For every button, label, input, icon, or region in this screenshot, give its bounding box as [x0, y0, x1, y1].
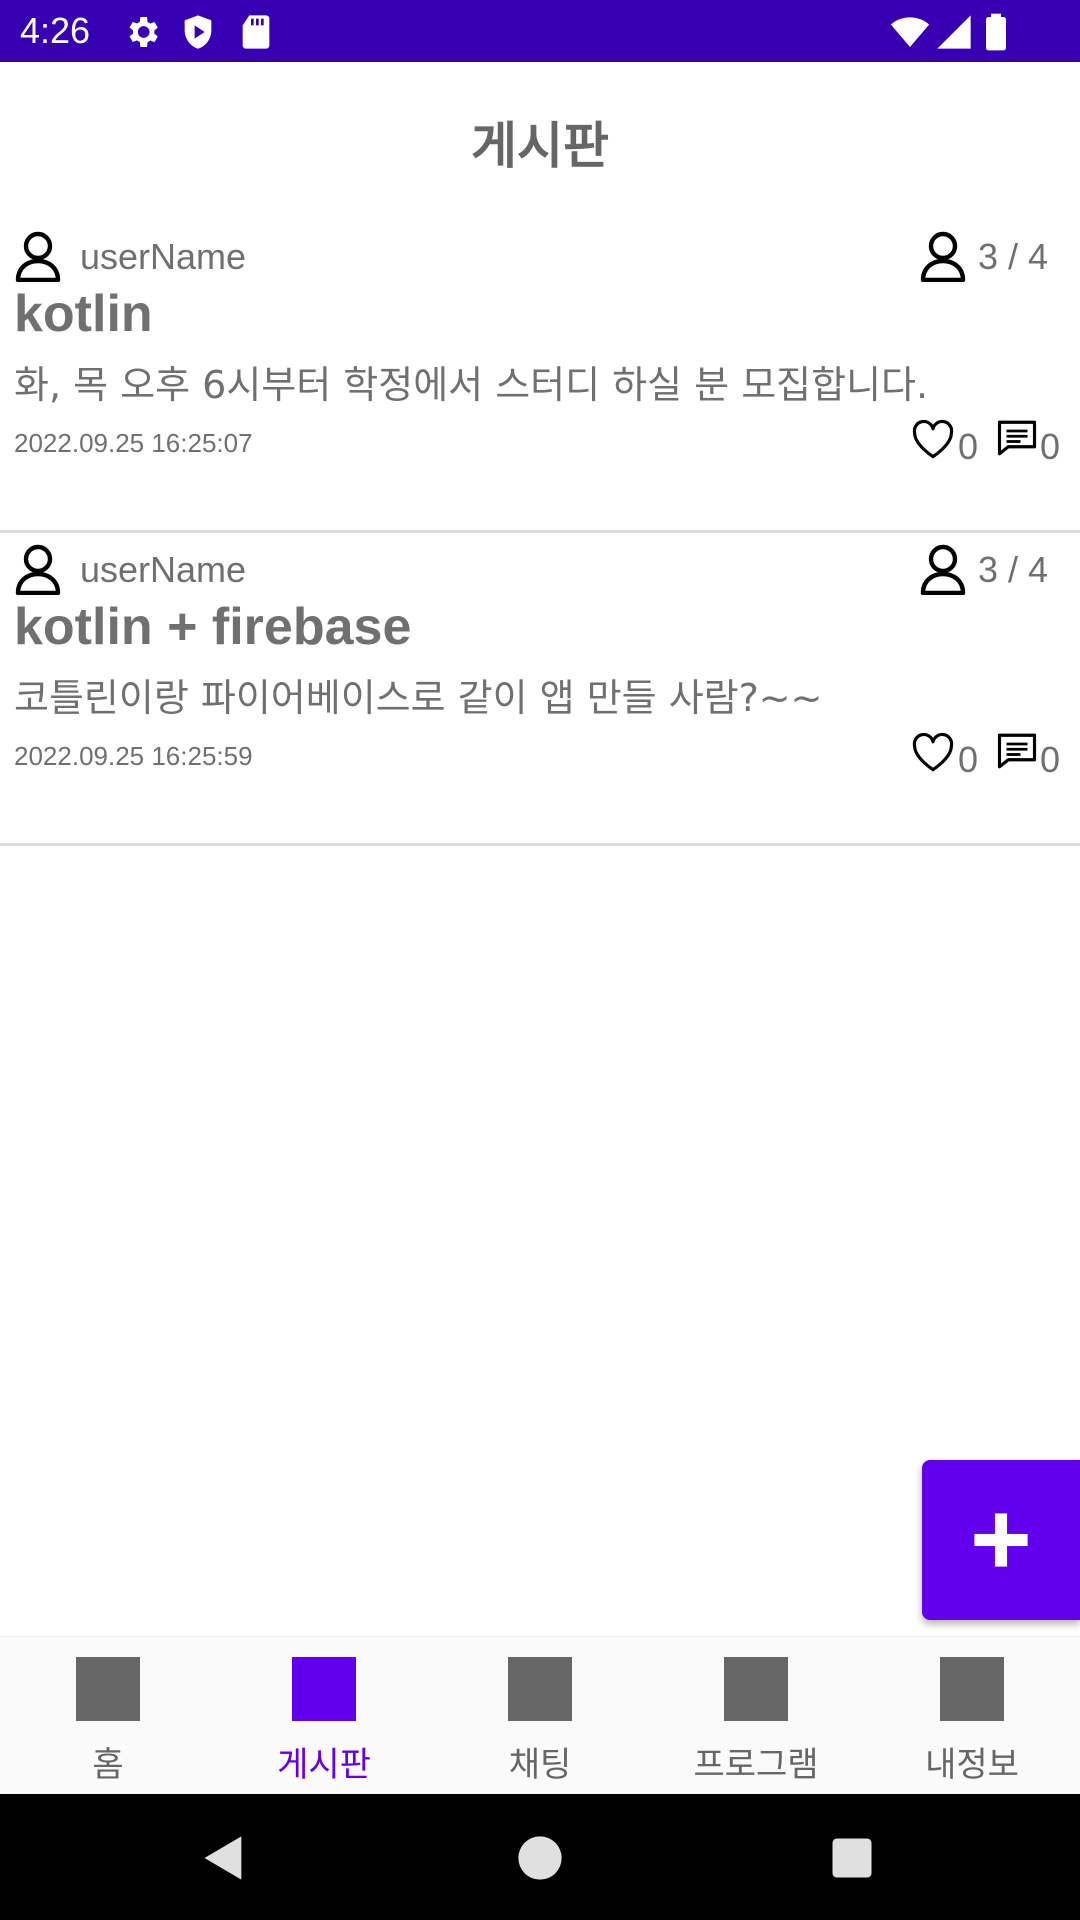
chat-icon: [508, 1657, 572, 1721]
post-author: userName: [80, 236, 247, 277]
app-bar: 게시판: [0, 62, 1080, 212]
wifi-icon: [890, 17, 930, 47]
comment-count: 0: [1040, 739, 1061, 780]
user-avatar-icon: [15, 231, 61, 282]
post-date: 2022.09.25 16:25:07: [14, 428, 253, 458]
heart-icon[interactable]: [912, 420, 954, 460]
add-post-button[interactable]: [922, 1460, 1080, 1620]
members-icon: [920, 231, 966, 282]
user-avatar-icon: [15, 544, 61, 595]
sd-card-icon: [242, 15, 270, 49]
members-count: 3 / 4: [978, 549, 1049, 590]
post-card[interactable]: userName 3 / 4 kotlin 화, 목 오후 6시부터 학정에서 …: [0, 220, 1080, 533]
nav-item-board[interactable]: 게시판: [216, 1637, 432, 1795]
home-icon: [76, 1657, 140, 1721]
board-icon: [292, 1657, 356, 1721]
status-bar: 4:26: [0, 0, 1080, 62]
members-count: 3 / 4: [978, 236, 1049, 277]
plus-icon: [974, 1513, 1028, 1567]
bottom-navigation: 홈 게시판 채팅 프로그램 내정보: [0, 1636, 1080, 1795]
back-icon[interactable]: [198, 1832, 250, 1884]
post-date: 2022.09.25 16:25:59: [14, 741, 253, 771]
post-author: userName: [80, 549, 247, 590]
like-count: 0: [958, 739, 979, 780]
post-title: kotlin + firebase: [14, 598, 412, 656]
home-circle-icon[interactable]: [514, 1832, 566, 1884]
post-card[interactable]: userName 3 / 4 kotlin + firebase 코틀린이랑 파…: [0, 533, 1080, 846]
gear-icon: [129, 17, 158, 47]
system-navigation-bar: [0, 1794, 1080, 1920]
post-title: kotlin: [14, 285, 153, 343]
nav-label: 게시판: [277, 1745, 371, 1785]
nav-label: 홈: [92, 1745, 124, 1785]
comment-icon[interactable]: [996, 731, 1038, 771]
recents-icon[interactable]: [826, 1832, 878, 1884]
page-title: 게시판: [471, 117, 609, 175]
signal-icon: [937, 15, 971, 49]
status-time: 4:26: [20, 10, 91, 51]
nav-item-program[interactable]: 프로그램: [648, 1637, 864, 1795]
post-body: 코틀린이랑 파이어베이스로 같이 앱 만들 사람?~~: [14, 676, 823, 720]
nav-label: 내정보: [925, 1745, 1019, 1785]
like-count: 0: [958, 426, 979, 467]
nav-label: 프로그램: [693, 1745, 819, 1785]
nav-item-chat[interactable]: 채팅: [432, 1637, 648, 1795]
post-body: 화, 목 오후 6시부터 학정에서 스터디 하실 분 모집합니다.: [14, 363, 929, 407]
comment-icon[interactable]: [996, 418, 1038, 458]
battery-icon: [986, 13, 1006, 51]
program-icon: [724, 1657, 788, 1721]
my-info-icon: [940, 1657, 1004, 1721]
nav-label: 채팅: [508, 1745, 572, 1785]
heart-icon[interactable]: [912, 733, 954, 773]
comment-count: 0: [1040, 426, 1061, 467]
nav-item-home[interactable]: 홈: [0, 1637, 216, 1795]
members-icon: [920, 544, 966, 595]
nav-item-my-info[interactable]: 내정보: [864, 1637, 1080, 1795]
shield-play-icon: [184, 15, 212, 49]
